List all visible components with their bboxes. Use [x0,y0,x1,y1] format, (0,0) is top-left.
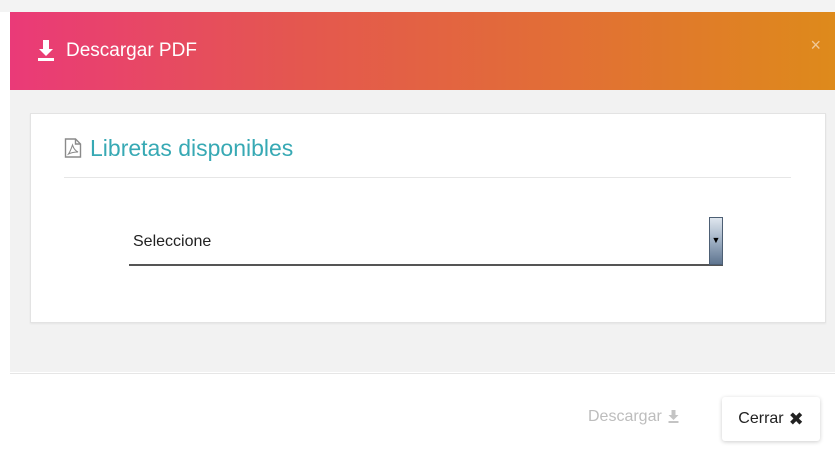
download-icon [668,410,679,428]
divider [64,177,791,178]
chevron-down-icon[interactable]: ▼ [709,217,723,265]
close-button-label: Cerrar [738,410,784,427]
download-button-label: Descargar [588,408,662,425]
download-icon [37,40,55,62]
card-title: Libretas disponibles [90,135,294,161]
modal-body: Libretas disponibles Seleccione ▼ [10,90,835,372]
download-button[interactable]: Descargar [588,408,679,428]
libretas-card: Libretas disponibles Seleccione ▼ [30,113,826,323]
page-backdrop [0,0,835,12]
close-icon[interactable]: × [810,35,821,55]
close-icon: ✖ [788,409,804,429]
select-value: Seleccione [133,233,212,250]
modal-footer: Descargar Cerrar ✖ [10,373,835,458]
modal-header: Descargar PDF × [10,12,835,90]
libreta-select[interactable]: Seleccione ▼ [129,217,723,266]
pdf-file-icon [64,138,82,158]
close-button[interactable]: Cerrar ✖ [722,397,820,441]
modal-title: Descargar PDF [66,40,197,61]
